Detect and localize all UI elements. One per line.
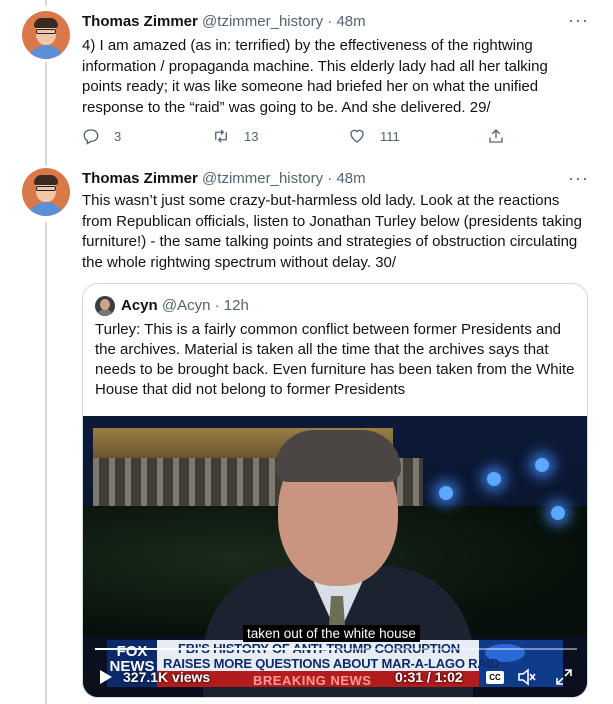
video-player[interactable]: FOX NEWS FBI'S HISTORY OF ANTI-TRUMP COR… <box>83 416 587 697</box>
more-options-icon[interactable]: ··· <box>568 168 589 189</box>
video-progress-fill <box>95 648 336 650</box>
video-caption: taken out of the white house <box>243 625 420 642</box>
author-name[interactable]: Thomas Zimmer <box>82 13 198 30</box>
tweet-text: This wasn’t just some crazy-but-harmless… <box>82 192 582 271</box>
like-button[interactable]: 111 <box>348 127 400 145</box>
heart-icon <box>350 129 364 143</box>
author-handle[interactable]: @tzimmer_history <box>202 13 323 30</box>
closed-captions-button[interactable]: CC <box>486 671 504 684</box>
tweet-text: 4) I am amazed (as in: terrified) by the… <box>82 37 548 116</box>
retweet-button[interactable]: 13 <box>212 127 258 145</box>
separator: · <box>214 297 220 314</box>
expand-icon[interactable] <box>555 668 573 686</box>
play-icon[interactable] <box>97 669 113 685</box>
quote-author-handle[interactable]: @Acyn <box>162 297 211 314</box>
quote-header: Acyn @Acyn · 12h <box>121 296 249 316</box>
retweet-count: 13 <box>244 128 259 144</box>
separator: · <box>327 170 333 187</box>
retweet-icon <box>215 129 227 143</box>
reply-count: 3 <box>114 128 122 144</box>
quote-author-name[interactable]: Acyn <box>121 297 158 314</box>
author-avatar[interactable] <box>22 168 70 216</box>
separator: · <box>327 13 333 30</box>
author-avatar[interactable] <box>22 11 70 59</box>
video-progress-bar[interactable] <box>95 648 577 650</box>
share-button[interactable] <box>487 127 505 145</box>
tweet-header: Thomas Zimmer @tzimmer_history · 48m <box>82 169 366 189</box>
reply-icon <box>83 129 99 145</box>
tweet-actions: 3 13 111 <box>82 127 512 147</box>
tweet[interactable]: Thomas Zimmer @tzimmer_history · 48m ···… <box>0 0 613 160</box>
news-headline: FBI'S HISTORY OF ANTI-TRUMP CORRUPTION R… <box>163 642 499 670</box>
quote-timestamp[interactable]: 12h <box>224 297 249 314</box>
video-timecode: 0:31 / 1:02 <box>395 669 463 685</box>
more-options-icon[interactable]: ··· <box>568 10 589 31</box>
quote-avatar[interactable] <box>95 296 115 316</box>
tweet-header: Thomas Zimmer @tzimmer_history · 48m <box>82 12 366 32</box>
view-count: 327.1K views <box>123 669 211 685</box>
timestamp[interactable]: 48m <box>336 13 365 30</box>
mute-icon[interactable] <box>517 668 537 686</box>
quoted-tweet[interactable]: Acyn @Acyn · 12h Turley: This is a fairl… <box>82 283 588 698</box>
breaking-news-label: BREAKING NEWS <box>253 673 372 688</box>
reply-button[interactable]: 3 <box>82 127 121 145</box>
share-icon <box>489 129 503 143</box>
author-handle[interactable]: @tzimmer_history <box>202 170 323 187</box>
quote-text: Turley: This is a fairly common conflict… <box>95 321 575 398</box>
like-count: 111 <box>380 128 400 144</box>
timestamp[interactable]: 48m <box>336 170 365 187</box>
author-name[interactable]: Thomas Zimmer <box>82 170 198 187</box>
